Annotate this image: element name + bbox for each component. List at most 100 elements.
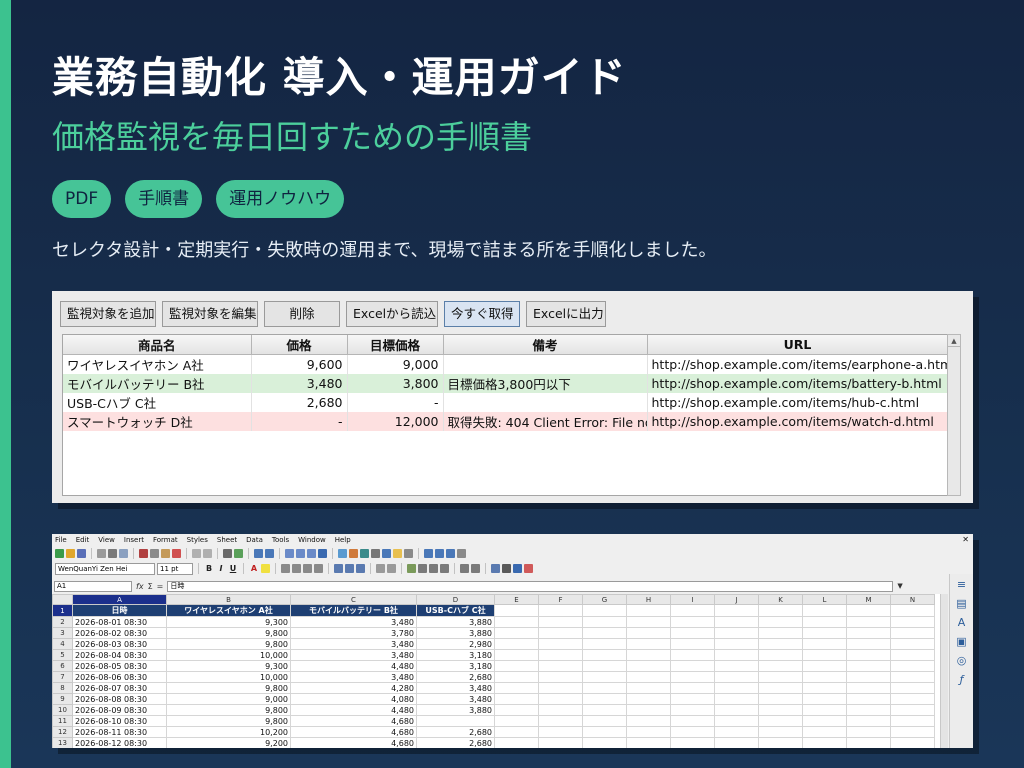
cell[interactable]: 9,800 [166, 715, 291, 727]
cell[interactable] [626, 726, 671, 738]
cell[interactable]: モバイルバッテリー B社 [290, 604, 417, 617]
cell[interactable] [626, 737, 671, 748]
split-window-icon[interactable] [446, 549, 455, 558]
cell[interactable]: ワイヤレスイヤホン A社 [166, 604, 291, 617]
formula-icon[interactable]: = [157, 582, 164, 591]
cell[interactable] [670, 616, 715, 628]
cell[interactable] [890, 671, 935, 683]
cell[interactable] [494, 638, 539, 650]
table-row[interactable]: スマートウォッチ D社 - 12,000 取得失敗: 404 Client Er… [63, 412, 947, 431]
export-pdf-icon[interactable] [97, 549, 106, 558]
cell[interactable]: 4,480 [290, 660, 417, 672]
cell[interactable] [538, 649, 583, 661]
column-header[interactable]: K [758, 594, 803, 605]
cell[interactable] [890, 649, 935, 661]
cell[interactable] [846, 704, 891, 716]
row-header[interactable]: 9 [52, 693, 73, 705]
highlight-color-icon[interactable] [261, 564, 270, 573]
cell[interactable]: 3,180 [416, 649, 495, 661]
comment-icon[interactable] [393, 549, 402, 558]
cell[interactable]: 2,980 [416, 638, 495, 650]
functions-icon[interactable]: ƒ [955, 673, 968, 686]
cell[interactable] [758, 682, 803, 694]
cell[interactable] [494, 704, 539, 716]
cell[interactable] [890, 627, 935, 639]
cell[interactable]: 4,680 [290, 726, 417, 738]
cell[interactable]: 2026-08-10 08:30 [72, 715, 167, 727]
cell[interactable]: 3,780 [290, 627, 417, 639]
cell[interactable] [538, 682, 583, 694]
cell[interactable] [758, 693, 803, 705]
font-color-icon[interactable]: A [249, 564, 259, 573]
open-icon[interactable] [66, 549, 75, 558]
cell[interactable]: 2026-08-02 08:30 [72, 627, 167, 639]
cell[interactable]: 9,800 [166, 638, 291, 650]
sum-icon[interactable]: Σ [148, 582, 153, 591]
cell[interactable] [626, 638, 671, 650]
italic-icon[interactable]: I [216, 564, 226, 573]
number-format-icon[interactable] [429, 564, 438, 573]
menu-insert[interactable]: Insert [124, 534, 144, 546]
save-icon[interactable] [77, 549, 86, 558]
row-header[interactable]: 2 [52, 616, 73, 628]
cell[interactable] [714, 627, 759, 639]
column-header[interactable]: E [494, 594, 539, 605]
cell[interactable]: 3,480 [290, 616, 417, 628]
table-scrollbar[interactable]: ▲ [947, 334, 961, 496]
cell[interactable] [494, 682, 539, 694]
cell[interactable] [670, 726, 715, 738]
cell[interactable] [758, 649, 803, 661]
clone-formatting-icon[interactable] [172, 549, 181, 558]
delete-decimal-icon[interactable] [471, 564, 480, 573]
special-character-icon[interactable] [371, 549, 380, 558]
cell[interactable] [538, 627, 583, 639]
sheet-vertical-scrollbar[interactable] [940, 594, 948, 748]
cell[interactable] [494, 693, 539, 705]
menu-help[interactable]: Help [335, 534, 351, 546]
cell[interactable] [670, 693, 715, 705]
cell[interactable] [582, 671, 627, 683]
background-color-icon[interactable] [513, 564, 522, 573]
close-document-icon[interactable]: ✕ [962, 534, 969, 546]
cell[interactable] [846, 660, 891, 672]
column-icon[interactable] [265, 549, 274, 558]
define-print-area-icon[interactable] [424, 549, 433, 558]
cell[interactable] [802, 682, 847, 694]
delete-button[interactable]: 削除 [264, 301, 340, 327]
cell[interactable] [538, 693, 583, 705]
cell[interactable] [582, 693, 627, 705]
column-header[interactable]: L [802, 594, 847, 605]
formula-input[interactable]: 日時 [167, 580, 894, 592]
cell[interactable]: 3,480 [290, 638, 417, 650]
cell[interactable] [890, 638, 935, 650]
cell[interactable] [802, 649, 847, 661]
cell[interactable] [538, 726, 583, 738]
cell[interactable] [582, 660, 627, 672]
expand-formula-bar-icon[interactable]: ▼ [897, 582, 902, 590]
cell[interactable] [846, 726, 891, 738]
cell[interactable]: 10,200 [166, 726, 291, 738]
date-format-icon[interactable] [440, 564, 449, 573]
row-header[interactable]: 6 [52, 660, 73, 672]
cell[interactable] [626, 660, 671, 672]
cell[interactable] [626, 715, 671, 727]
conditional-format-icon[interactable] [524, 564, 533, 573]
font-size-box[interactable]: 11 pt [157, 562, 193, 575]
cell[interactable] [538, 660, 583, 672]
cell[interactable]: 9,800 [166, 627, 291, 639]
show-draw-functions-icon[interactable] [457, 549, 466, 558]
cell[interactable] [714, 604, 759, 617]
merge-cells-icon[interactable] [387, 564, 396, 573]
cell[interactable] [890, 704, 935, 716]
print-icon[interactable] [108, 549, 117, 558]
cell[interactable] [758, 726, 803, 738]
bold-icon[interactable]: B [204, 564, 214, 573]
align-middle-icon[interactable] [345, 564, 354, 573]
cell[interactable] [846, 682, 891, 694]
column-header-note[interactable]: 備考 [443, 335, 648, 355]
cell[interactable] [494, 604, 539, 617]
cell[interactable]: 3,480 [290, 671, 417, 683]
cell[interactable] [670, 660, 715, 672]
cell[interactable]: 3,880 [416, 704, 495, 716]
cell[interactable] [890, 726, 935, 738]
